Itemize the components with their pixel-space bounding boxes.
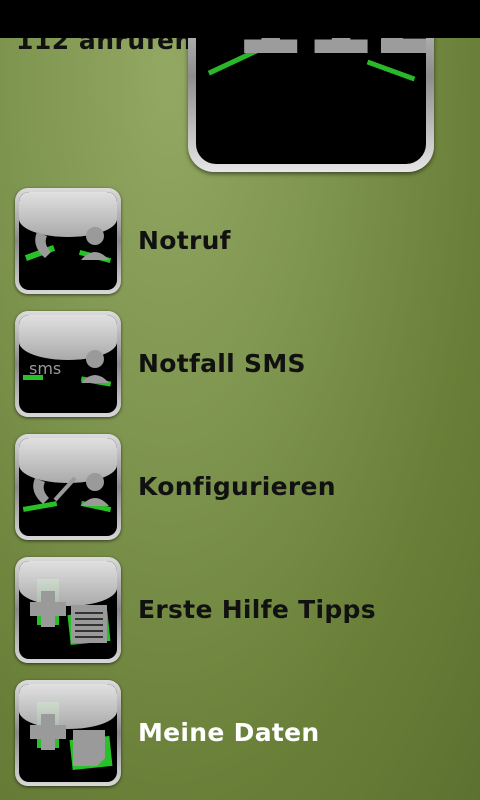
phone-person-icon xyxy=(15,188,121,294)
menu-item-konfigurieren[interactable]: Konfigurieren xyxy=(15,434,475,542)
first-aid-notes-icon xyxy=(15,557,121,663)
menu-item-label: Notruf xyxy=(138,226,231,255)
menu-item-notruf[interactable]: Notruf xyxy=(15,188,475,296)
menu-item-label: Meine Daten xyxy=(138,718,320,747)
first-aid-data-icon xyxy=(15,680,121,786)
menu-item-label: Konfigurieren xyxy=(138,472,336,501)
menu-item-erste-hilfe-tipps[interactable]: Erste Hilfe Tipps xyxy=(15,557,475,665)
menu-item-meine-daten[interactable]: Meine Daten xyxy=(15,680,475,788)
sms-person-icon: sms xyxy=(15,311,121,417)
status-bar xyxy=(0,0,480,38)
menu-item-label: Notfall SMS xyxy=(138,349,306,378)
menu-item-notfall-sms[interactable]: sms Notfall SMS xyxy=(15,311,475,419)
phone-settings-person-icon xyxy=(15,434,121,540)
menu-item-label: Erste Hilfe Tipps xyxy=(138,595,376,624)
